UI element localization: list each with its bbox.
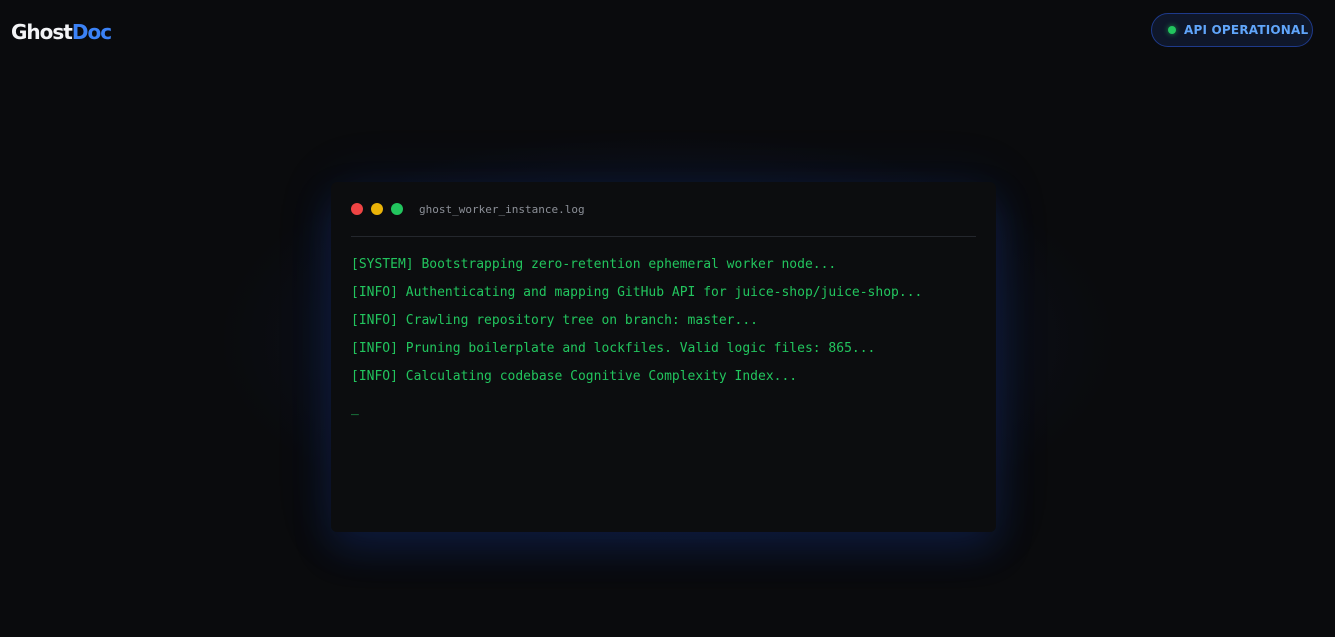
api-status-badge: API OPERATIONAL: [1151, 13, 1313, 47]
terminal-log: [SYSTEM] Bootstrapping zero-retention ep…: [351, 237, 976, 419]
page: GhostDoc API OPERATIONAL ghost_worker_in…: [0, 0, 1335, 637]
log-line: [SYSTEM] Bootstrapping zero-retention ep…: [351, 257, 837, 272]
logo-ghost-text: Ghost: [11, 20, 73, 44]
log-line: [INFO] Crawling repository tree on branc…: [351, 313, 758, 328]
close-window-icon[interactable]: [351, 203, 363, 215]
api-status-label: API OPERATIONAL: [1184, 23, 1309, 37]
log-line: [INFO] Pruning boilerplate and lockfiles…: [351, 341, 876, 356]
log-line: [INFO] Authenticating and mapping GitHub…: [351, 285, 923, 300]
logo-doc-text: Doc: [71, 20, 112, 44]
terminal-header: ghost_worker_instance.log: [351, 182, 976, 237]
terminal-title: ghost_worker_instance.log: [419, 202, 585, 216]
status-dot-icon: [1168, 26, 1176, 34]
minimize-window-icon[interactable]: [371, 203, 383, 215]
terminal-cursor: _: [351, 401, 359, 416]
maximize-window-icon[interactable]: [391, 203, 403, 215]
log-line: [INFO] Calculating codebase Cognitive Co…: [351, 369, 798, 384]
logo[interactable]: GhostDoc: [11, 18, 112, 46]
terminal-window: ghost_worker_instance.log [SYSTEM] Boots…: [331, 182, 996, 532]
